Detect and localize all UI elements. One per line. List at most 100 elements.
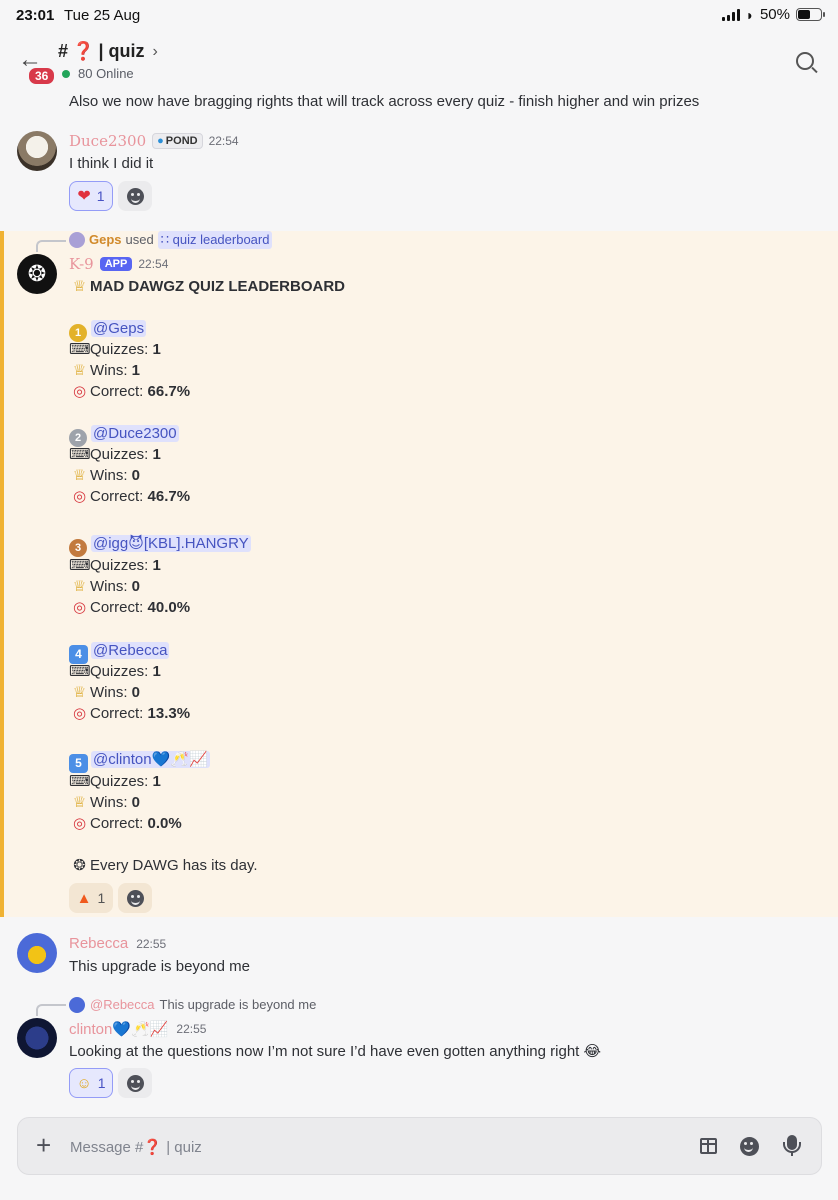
leaderboard-entry-name: 3 @igg😈[KBL].HANGRY [69, 533, 251, 557]
online-status: 80 Online [62, 66, 134, 81]
correct-label: Correct: [90, 705, 144, 722]
command-link[interactable]: ∷ quiz leaderboard [157, 231, 273, 249]
reply-username[interactable]: Geps [89, 231, 122, 249]
correct-label: Correct: [90, 815, 144, 832]
laughing-face-icon: ☺ [76, 1074, 92, 1092]
message-header: Duce2300 ● POND 22:54 [69, 132, 239, 150]
quizzes-value: 1 [152, 446, 161, 463]
footer-text: Every DAWG has its day. [90, 857, 258, 874]
add-reaction-icon [126, 889, 144, 907]
user-mention[interactable]: @Geps [91, 320, 147, 337]
guild-tag[interactable]: ● POND [152, 133, 203, 149]
message-header: Rebecca 22:55 [69, 935, 166, 952]
correct-row: ◎ Correct: 46.7% [69, 486, 190, 507]
target-icon: ◎ [72, 704, 87, 722]
quizzes-value: 1 [152, 557, 161, 574]
quizzes-row: ⌨Quizzes: 1 [69, 444, 161, 465]
channel-hash-icon: # [58, 41, 69, 61]
wins-row: ♕ Wins: 1 [69, 360, 140, 381]
timestamp: 22:55 [136, 936, 167, 951]
quizzes-row: ⌨Quizzes: 1 [69, 555, 161, 576]
laughing-reaction[interactable]: ☺ 1 [69, 1068, 113, 1098]
status-indicators: ◗ 50% [721, 6, 825, 23]
quizzes-label: Quizzes: [90, 557, 149, 574]
username[interactable]: Rebecca [69, 935, 128, 952]
target-icon: ◎ [72, 814, 87, 832]
avatar[interactable]: ❂ [17, 254, 57, 294]
message-input[interactable]: Message #❓ | quiz [70, 1138, 202, 1156]
avatar[interactable] [17, 933, 57, 973]
correct-value: 13.3% [147, 705, 191, 722]
wins-label: Wins: [90, 794, 128, 811]
user-mention[interactable]: @Rebecca [91, 642, 170, 659]
correct-label: Correct: [90, 383, 144, 400]
wins-value: 0 [131, 794, 141, 811]
username[interactable]: K-9 [69, 255, 94, 273]
emoji-icon [740, 1137, 759, 1156]
add-reaction-button[interactable] [118, 1068, 152, 1098]
reply-avatar [69, 997, 85, 1013]
correct-row: ◎ Correct: 40.0% [69, 597, 190, 618]
target-icon: ◎ [72, 382, 87, 400]
wifi-icon: ◗ [745, 6, 754, 23]
wins-value: 0 [131, 684, 141, 701]
reaction-count: 1 [96, 188, 105, 204]
search-icon[interactable] [796, 52, 814, 70]
paw-icon: ❂ [27, 261, 47, 287]
channel-name: | quiz [98, 41, 145, 61]
trophy-icon: ♕ [72, 577, 87, 595]
username[interactable]: clinton💙🥂📈 [69, 1020, 168, 1038]
quizzes-value: 1 [152, 341, 161, 358]
reply-connector [36, 1004, 66, 1016]
user-mention[interactable]: @igg😈[KBL].HANGRY [91, 535, 251, 552]
gamepad-icon: ⌨ [69, 556, 91, 574]
wins-value: 0 [131, 578, 141, 595]
reaction-count: 1 [97, 890, 106, 906]
add-reaction-button[interactable] [118, 181, 152, 211]
online-dot-icon [62, 69, 70, 78]
correct-value: 66.7% [147, 383, 191, 400]
reply-username[interactable]: @Rebecca [90, 996, 155, 1014]
correct-row: ◎ Correct: 66.7% [69, 381, 190, 402]
wins-value: 0 [131, 467, 141, 484]
username[interactable]: Duce2300 [69, 132, 146, 150]
microphone-icon[interactable] [783, 1135, 801, 1156]
target-icon: ◎ [72, 487, 87, 505]
app-tag: APP [99, 257, 133, 271]
add-reaction-button[interactable] [118, 883, 152, 913]
message-text: I think I did it [69, 155, 154, 172]
reply-avatar [69, 232, 85, 248]
user-mention[interactable]: @clinton💙🥂📈 [91, 751, 210, 768]
fire-reaction[interactable]: ▲ 1 [69, 883, 113, 913]
plus-icon[interactable]: + [36, 1130, 51, 1161]
channel-title[interactable]: # ❓ | quiz › [58, 41, 158, 62]
wins-label: Wins: [90, 578, 128, 595]
avatar[interactable] [17, 1018, 57, 1058]
reaction-count: 1 [97, 1075, 106, 1091]
gift-icon[interactable] [700, 1138, 717, 1154]
quizzes-value: 1 [152, 773, 161, 790]
reply-preview: This upgrade is beyond me [159, 997, 317, 1012]
trophy-icon: ♕ [72, 466, 87, 484]
leaderboard-title-text: MAD DAWGZ QUIZ LEADERBOARD [90, 278, 345, 295]
avatar[interactable] [17, 131, 57, 171]
water-drop-icon: ● [157, 135, 164, 147]
gamepad-icon: ⌨ [69, 662, 91, 680]
status-bar: 23:01 Tue 25 Aug ◗ 50% [0, 0, 838, 32]
battery-icon [796, 8, 825, 21]
status-time: 23:01 [16, 7, 55, 24]
emoji-picker-button[interactable] [740, 1137, 759, 1156]
quizzes-label: Quizzes: [90, 341, 149, 358]
channel-header: ← 36 # ❓ | quiz › 80 Online [0, 32, 838, 90]
leaderboard-footer: ❂ Every DAWG has its day. [69, 855, 258, 876]
add-reaction-icon [126, 1074, 144, 1092]
heart-reaction[interactable]: ❤ 1 [69, 181, 113, 211]
wins-label: Wins: [90, 362, 128, 379]
user-mention[interactable]: @Duce2300 [91, 425, 179, 442]
fire-icon: ▲ [76, 889, 92, 907]
message-composer[interactable]: + Message #❓ | quiz [17, 1117, 822, 1175]
quizzes-label: Quizzes: [90, 773, 149, 790]
reply-reference[interactable]: @Rebecca This upgrade is beyond me [69, 996, 316, 1014]
cellular-signal-icon [721, 8, 740, 21]
wins-label: Wins: [90, 467, 128, 484]
